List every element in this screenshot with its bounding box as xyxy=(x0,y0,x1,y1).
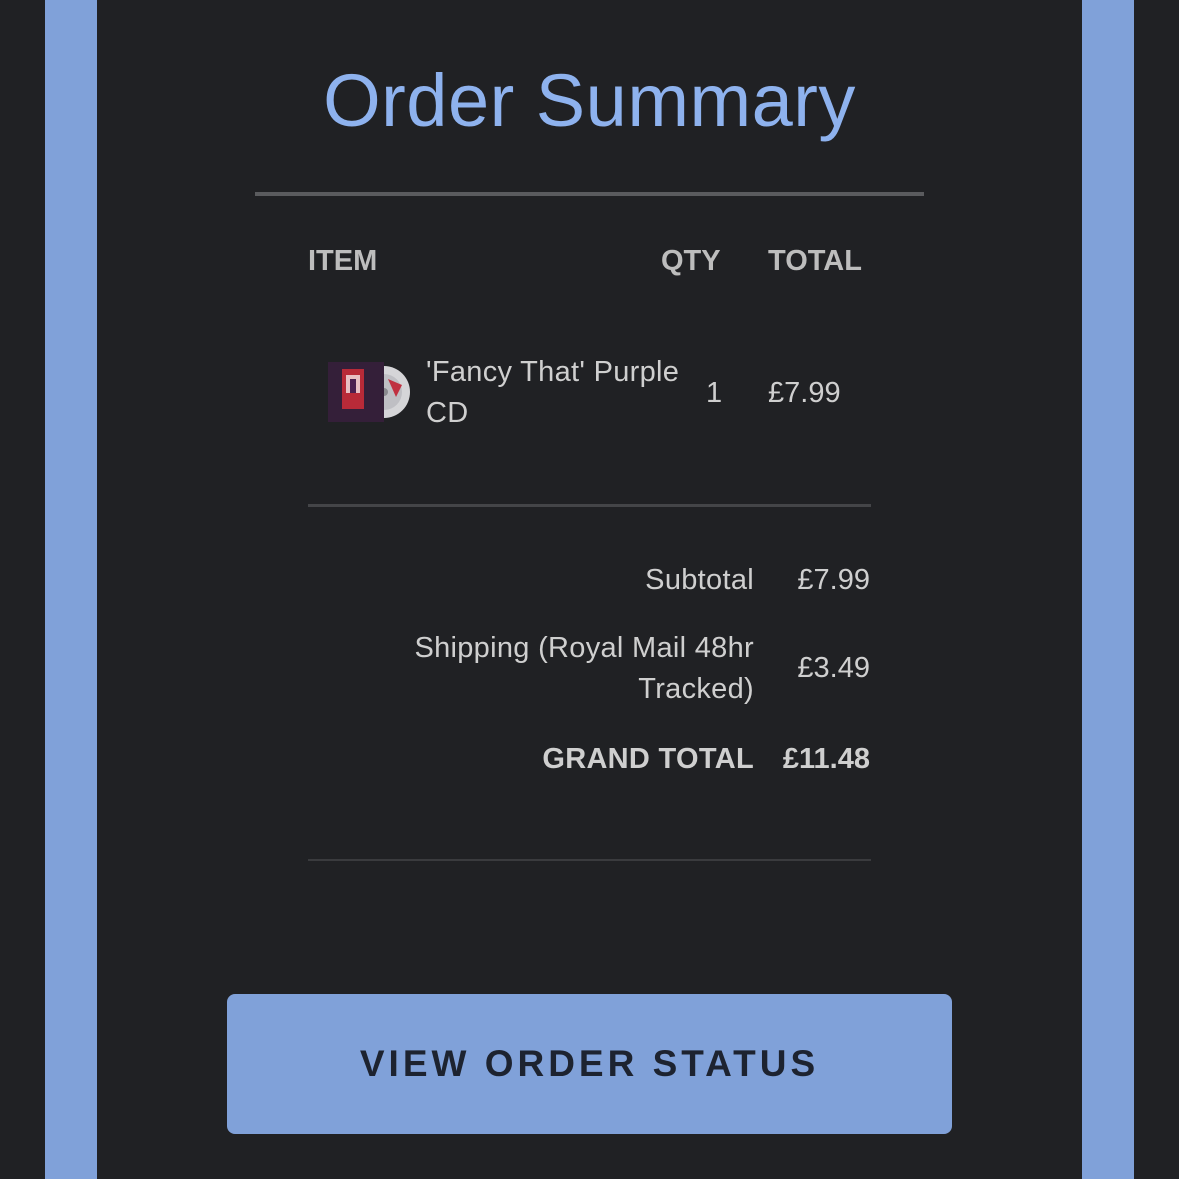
shipping-label: Shipping (Royal Mail 48hr Tracked) xyxy=(414,632,754,705)
grand-total-label: GRAND TOTAL xyxy=(542,743,754,775)
column-header-item: ITEM xyxy=(308,245,378,277)
email-page: Order Summary ITEM QTY TOTAL 'Fancy That… xyxy=(0,0,1179,1179)
column-header-total: TOTAL xyxy=(768,245,862,277)
phone-box-figure xyxy=(350,379,356,393)
view-order-status-button[interactable]: VIEW ORDER STATUS xyxy=(227,994,952,1134)
title-divider xyxy=(255,192,924,196)
summary-divider xyxy=(308,859,871,861)
grand-total-value: £11.48 xyxy=(782,743,870,775)
item-total: £7.99 xyxy=(768,377,841,409)
subtotal-value: £7.99 xyxy=(797,564,870,596)
item-name: 'Fancy That' Purple CD xyxy=(426,356,680,429)
items-divider xyxy=(308,504,871,507)
column-header-qty: QTY xyxy=(661,245,721,277)
subtotal-label: Subtotal xyxy=(645,564,754,596)
right-accent-border xyxy=(1082,0,1134,1179)
page-title: Order Summary xyxy=(323,59,856,142)
shipping-value: £3.49 xyxy=(797,652,870,684)
album-cd-thumbnail[interactable] xyxy=(322,361,410,423)
left-accent-border xyxy=(45,0,97,1179)
item-qty: 1 xyxy=(706,377,723,409)
